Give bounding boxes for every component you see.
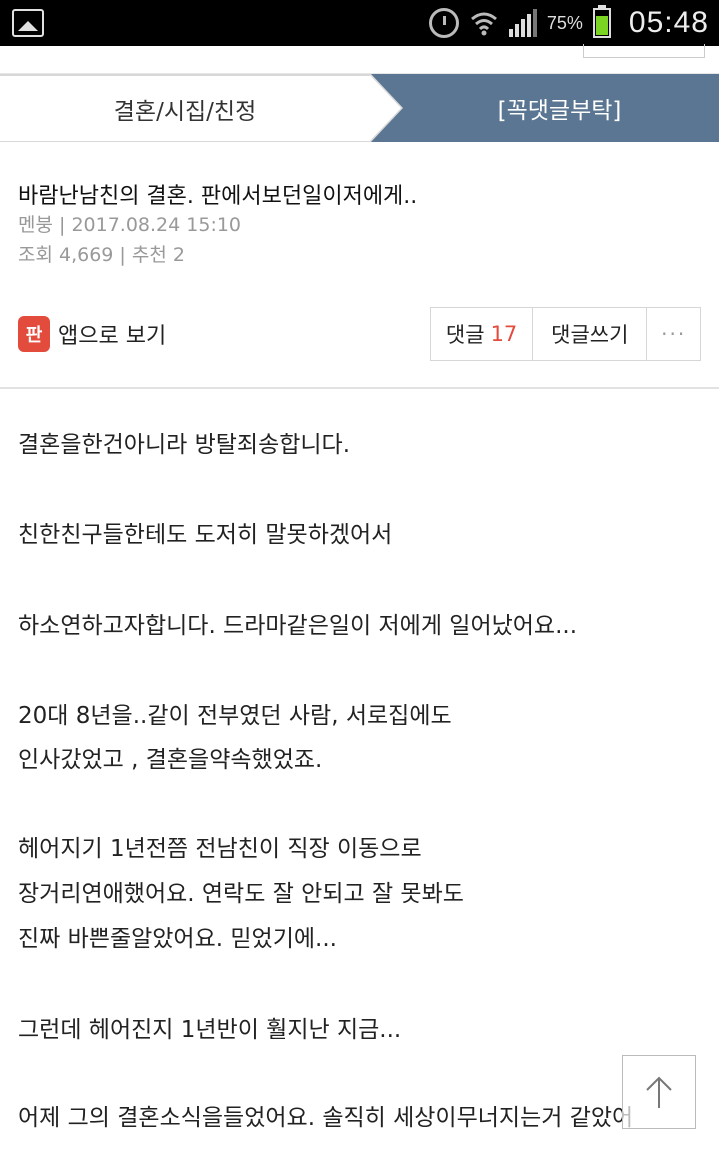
tab-subcategory[interactable]: [꼭댓글부탁] [370,74,719,142]
article-title: 바람난남친의 결혼. 판에서보던일이저에게.. [18,184,418,209]
wifi-icon [469,8,499,38]
tab-subcategory-label: [꼭댓글부탁] [497,98,622,124]
article-stats: 조회 4,669 | 추천 2 [18,244,185,266]
status-bar: 75% 05:48 [0,0,719,46]
comments-count: 17 [490,322,518,346]
body-line: 어제 그의 결혼소식을들었어요. 솔직히 세상이무너지는거 같았어 [18,1105,634,1131]
alarm-icon [428,8,459,38]
article-meta: 멘붕 | 2017.08.24 15:10 [18,214,242,236]
more-options-button[interactable]: ··· [647,308,700,360]
body-line: 진짜 바쁜줄알았어요. 믿었기에... [18,926,337,952]
signal-icon [508,9,537,37]
pann-app-icon: 판 [18,316,50,352]
app-view-link[interactable]: 판 앱으로 보기 [18,316,166,352]
battery-icon [592,5,611,38]
battery-percent: 75% [546,12,583,33]
scroll-to-top-button[interactable] [622,1055,696,1129]
body-line: 20대 8년을..같이 전부였던 사람, 서로집에도 [18,703,452,729]
header-remnant [0,44,719,74]
body-line: 그런데 헤어진지 1년반이 훨지난 지금... [18,1017,402,1043]
header-button-remnant [583,44,705,58]
breadcrumb-chevron-icon [370,74,404,142]
article-actions: 댓글 17 댓글쓰기 ··· [430,307,701,361]
arrow-up-icon [646,1076,672,1108]
comments-button[interactable]: 댓글 17 [431,308,534,360]
body-line: 헤어지기 1년전쯤 전남친이 직장 이동으로 [18,836,422,862]
tab-category[interactable]: 결혼/시집/친정 [0,74,370,142]
divider [0,387,719,389]
write-comment-label: 댓글쓰기 [551,323,629,347]
image-notification-icon [12,9,44,37]
body-line: 결혼을한건아니라 방탈죄송합니다. [18,432,351,458]
body-line: 하소연하고자합니다. 드라마같은일이 저에게 일어났어요... [18,613,578,639]
more-dots-icon: ··· [661,322,687,346]
body-line: 인사갔었고 , 결혼을약속했었죠. [18,747,323,773]
body-line: 장거리연애했어요. 연락도 잘 안되고 잘 못봐도 [18,881,464,907]
tab-category-label: 결혼/시집/친정 [113,98,257,125]
comments-label: 댓글 [445,323,485,347]
battery-level [595,15,608,35]
clock: 05:48 [628,6,709,39]
category-breadcrumb: 결혼/시집/친정 [꼭댓글부탁] [0,74,719,142]
app-view-label: 앱으로 보기 [58,324,167,349]
body-line: 친한친구들한테도 도저히 말못하겠어서 [18,522,393,548]
status-icons: 75% 05:48 [428,0,709,46]
write-comment-button[interactable]: 댓글쓰기 [533,308,648,360]
